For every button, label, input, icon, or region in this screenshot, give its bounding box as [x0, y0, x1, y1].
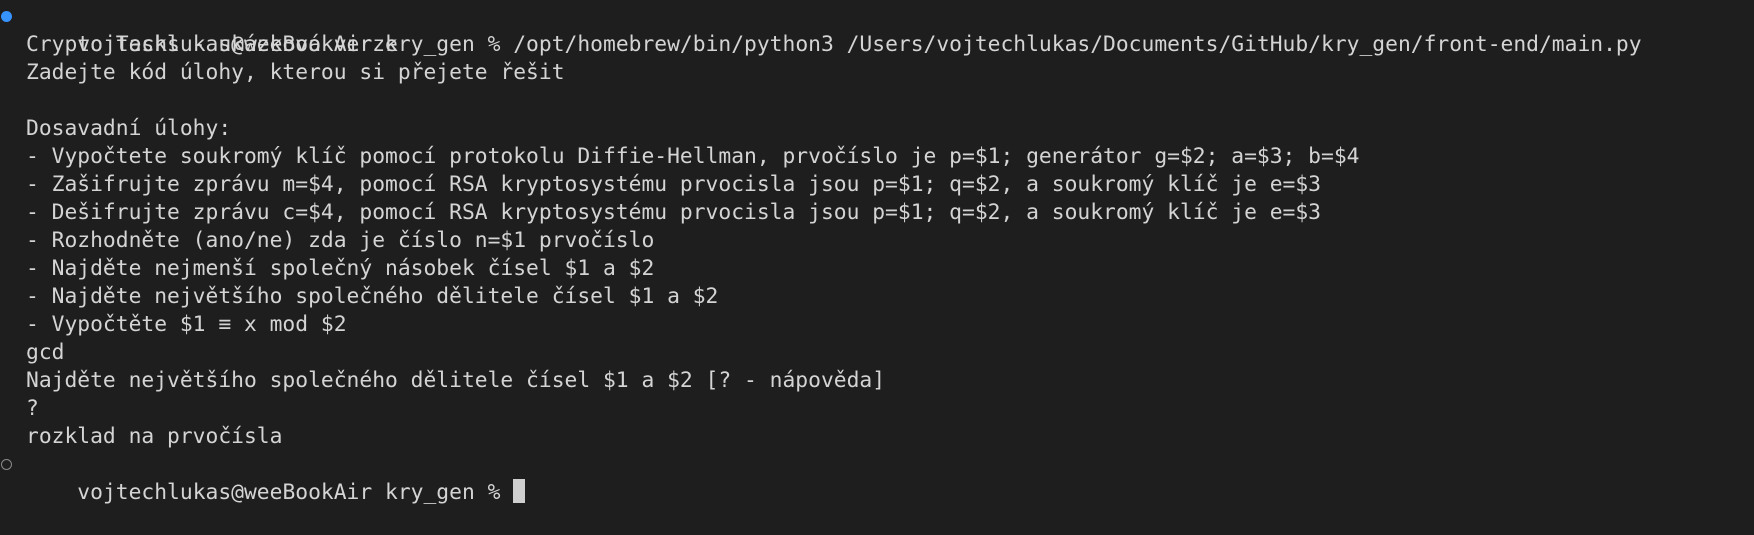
task-item: - Najděte největšího společného dělitele…	[26, 284, 719, 309]
task-item: - Vypočtete soukromý klíč pomocí protoko…	[26, 144, 1360, 169]
task-item: - Dešifrujte zprávu c=$4, pomocí RSA kry…	[26, 200, 1322, 225]
task-item: - Rozhodněte (ano/ne) zda je číslo n=$1 …	[26, 228, 655, 253]
text-cursor[interactable]	[513, 479, 526, 503]
task-item: - Vypočtěte $1 ≡ x mod $2	[26, 312, 347, 337]
selected-task-line: Najděte největšího společného dělitele č…	[26, 368, 886, 393]
output-instruction: Zadejte kód úlohy, kterou si přejete řeš…	[26, 60, 565, 85]
output-title: Crypto Tasks - ukázková verze	[26, 32, 398, 57]
task-item: - Zašifrujte zprávu m=$4, pomocí RSA kry…	[26, 172, 1322, 197]
task-item: - Najděte nejmenší společný násobek číse…	[26, 256, 655, 281]
hint-output-line: rozklad na prvočísla	[26, 424, 283, 449]
user-input-line: ?	[26, 396, 39, 421]
output-blank-line	[0, 87, 1754, 115]
command-success-marker-icon[interactable]	[1, 11, 12, 22]
command-pending-marker-icon[interactable]	[1, 459, 12, 470]
user-input-line: gcd	[26, 340, 65, 365]
prompt-line[interactable]: vojtechlukas@weeBookAir kry_gen %	[0, 451, 1754, 505]
tasks-heading: Dosavadní úlohy:	[26, 116, 232, 141]
command-line: vojtechlukas@weeBookAir kry_gen % /opt/h…	[0, 3, 1754, 57]
terminal-window[interactable]: vojtechlukas@weeBookAir kry_gen % /opt/h…	[0, 0, 1754, 505]
prompt-text: vojtechlukas@weeBookAir kry_gen %	[77, 480, 514, 505]
